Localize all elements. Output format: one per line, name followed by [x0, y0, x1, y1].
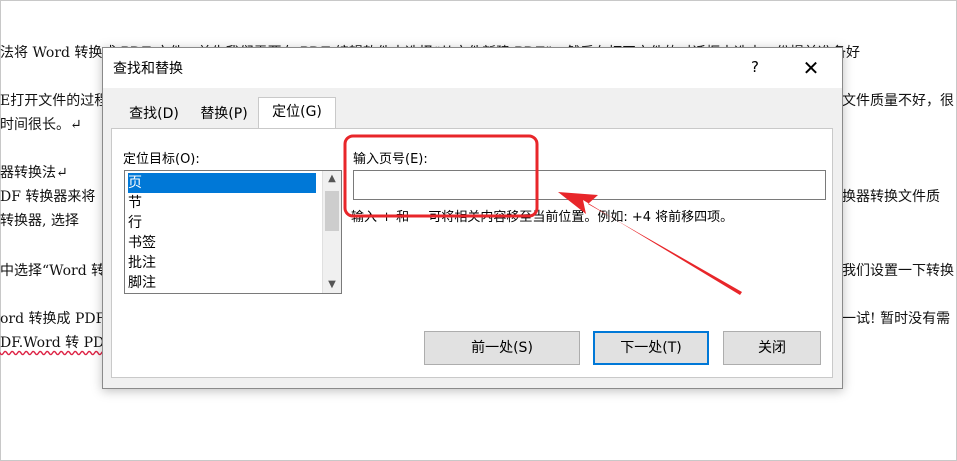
highlight-box: [343, 134, 539, 218]
arrow-icon: [558, 192, 742, 295]
annotation-overlay: [343, 134, 742, 295]
